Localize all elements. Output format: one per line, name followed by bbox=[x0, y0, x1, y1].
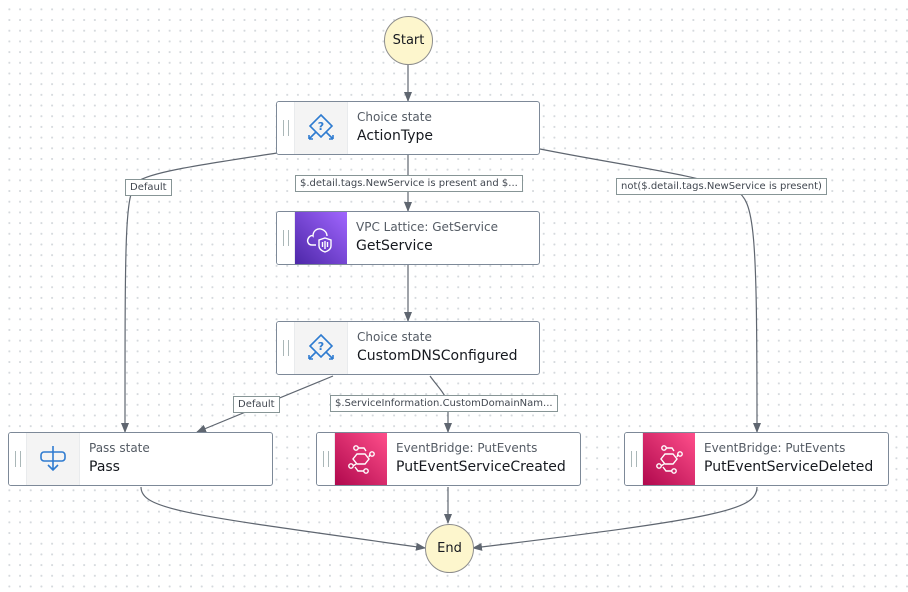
state-puteventservicecreated[interactable]: EventBridge: PutEvents PutEventServiceCr… bbox=[316, 432, 581, 486]
choice-icon: ? bbox=[295, 102, 348, 154]
drag-handle[interactable] bbox=[277, 322, 295, 374]
state-actiontype[interactable]: ? Choice state ActionType bbox=[276, 101, 540, 155]
edge-deleted-to-end bbox=[472, 486, 758, 551]
state-name: ActionType bbox=[357, 128, 434, 144]
edge-label-action-not-new-service[interactable]: not($.detail.tags.NewService is present) bbox=[616, 178, 827, 195]
drag-handle[interactable] bbox=[317, 433, 335, 485]
eventbridge-icon bbox=[643, 433, 695, 485]
pass-icon bbox=[27, 433, 80, 485]
vpc-lattice-icon bbox=[295, 212, 347, 264]
state-type: EventBridge: PutEvents bbox=[396, 441, 538, 455]
svg-text:?: ? bbox=[318, 120, 324, 133]
start-node[interactable]: Start bbox=[384, 16, 433, 65]
start-label: Start bbox=[392, 33, 425, 48]
edge-label-action-new-service[interactable]: $.detail.tags.NewService is present and … bbox=[295, 175, 523, 192]
edge-label-dns-custom-domain[interactable]: $.ServiceInformation.CustomDomainNam... bbox=[330, 395, 558, 412]
state-type: Choice state bbox=[357, 110, 432, 124]
end-node[interactable]: End bbox=[425, 524, 474, 573]
state-name: CustomDNSConfigured bbox=[357, 348, 518, 364]
state-type: Choice state bbox=[357, 330, 432, 344]
state-name: PutEventServiceDeleted bbox=[704, 459, 874, 475]
state-name: PutEventServiceCreated bbox=[396, 459, 566, 475]
state-type: VPC Lattice: GetService bbox=[356, 220, 498, 234]
state-getservice[interactable]: VPC Lattice: GetService GetService bbox=[276, 211, 540, 265]
edges-layer bbox=[121, 64, 761, 551]
drag-handle[interactable] bbox=[625, 433, 643, 485]
edge-label-action-default[interactable]: Default bbox=[125, 179, 172, 196]
state-puteventservicedeleted[interactable]: EventBridge: PutEvents PutEventServiceDe… bbox=[624, 432, 889, 486]
edge-pass-to-end bbox=[140, 486, 426, 551]
state-type: Pass state bbox=[89, 441, 150, 455]
end-label: End bbox=[437, 541, 462, 556]
state-name: GetService bbox=[356, 238, 433, 254]
drag-handle[interactable] bbox=[9, 433, 27, 485]
state-customdnsconfigured[interactable]: ? Choice state CustomDNSConfigured bbox=[276, 321, 540, 375]
drag-handle[interactable] bbox=[277, 102, 295, 154]
svg-text:?: ? bbox=[318, 340, 324, 353]
choice-icon: ? bbox=[295, 322, 348, 374]
drag-handle[interactable] bbox=[277, 212, 295, 264]
eventbridge-icon bbox=[335, 433, 387, 485]
state-name: Pass bbox=[89, 459, 120, 475]
state-pass[interactable]: Pass state Pass bbox=[8, 432, 273, 486]
state-type: EventBridge: PutEvents bbox=[704, 441, 846, 455]
edge-label-dns-default[interactable]: Default bbox=[233, 396, 280, 413]
